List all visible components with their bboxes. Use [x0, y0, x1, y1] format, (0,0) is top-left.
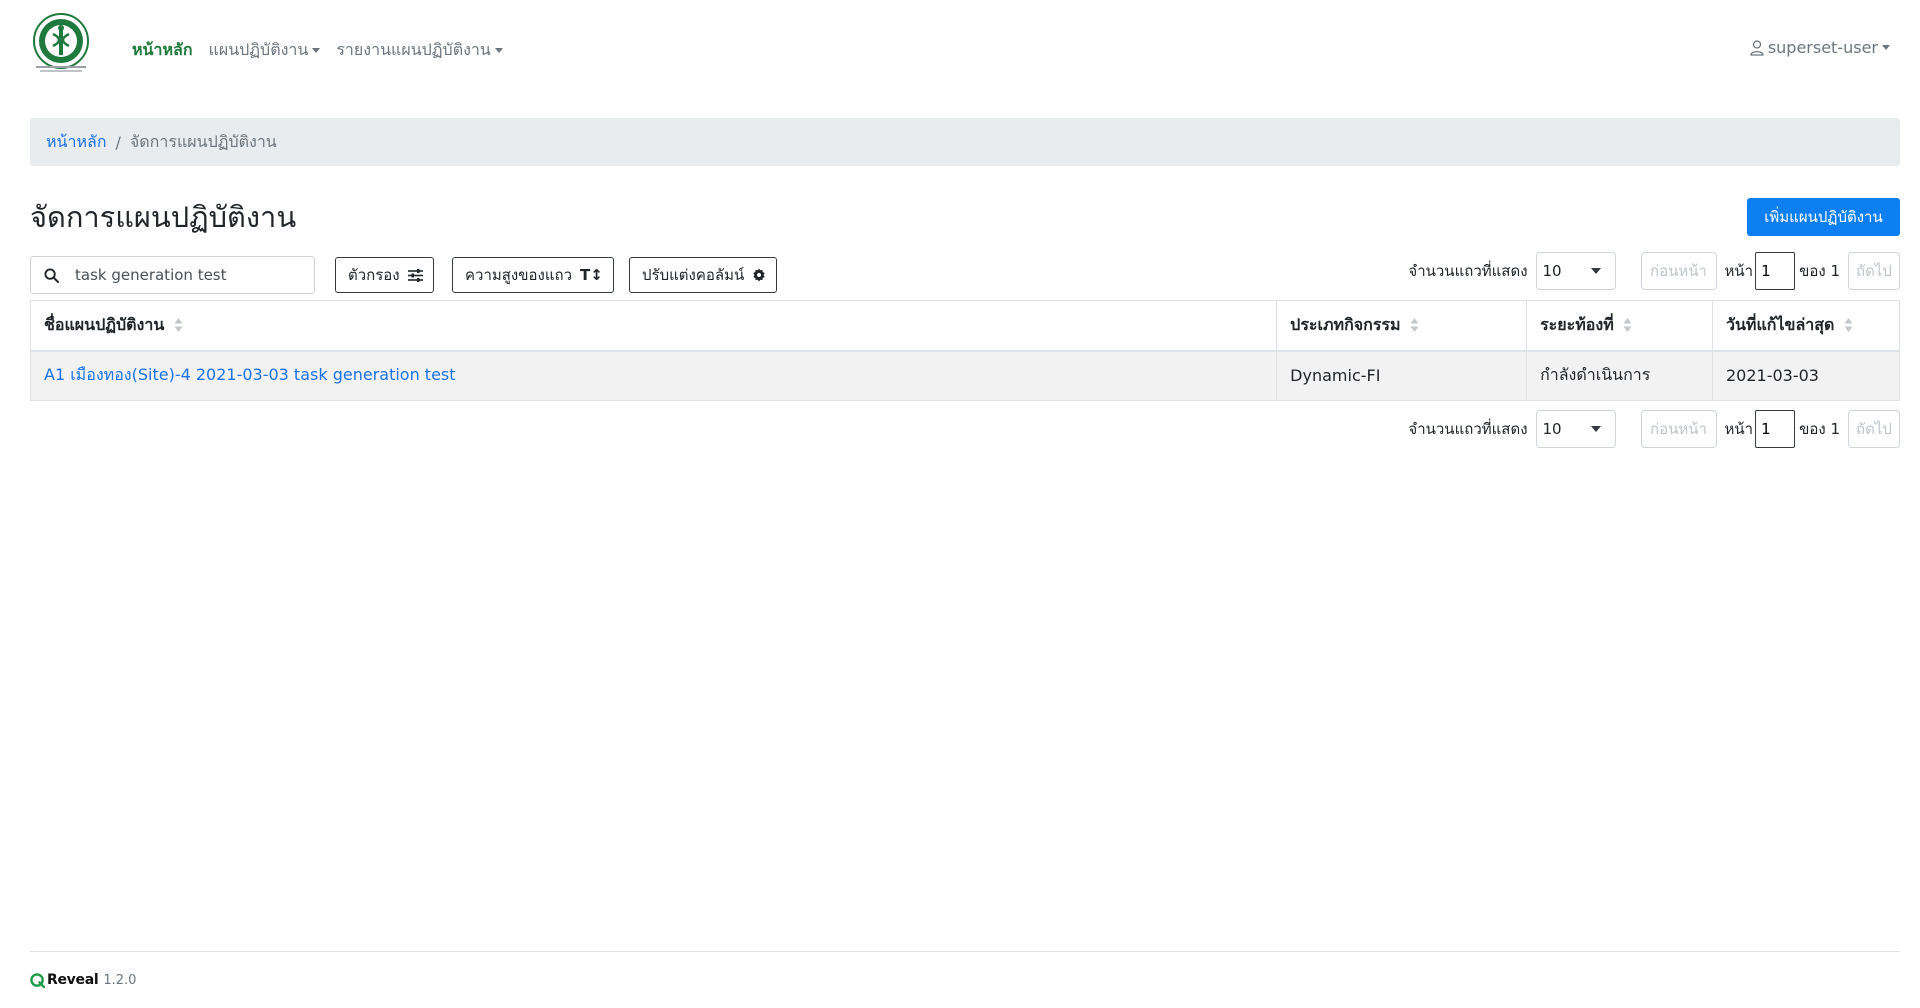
chevron-down-icon	[312, 48, 321, 53]
customize-columns-button[interactable]: ปรับแต่งคอลัมน์	[629, 257, 778, 293]
table-cell-plan-name: A1 เมืองทอง(Site)-4 2021-03-03 task gene…	[29, 350, 1278, 401]
text-height-icon: T↕	[580, 266, 603, 284]
page-title: จัดการแผนปฏิบัติงาน	[30, 200, 297, 234]
breadcrumb-current: จัดการแผนปฏิบัติงาน	[129, 131, 277, 151]
page-number-input[interactable]	[1755, 410, 1796, 448]
column-header-plan-name[interactable]: ชื่อแผนปฏิบัติงาน	[29, 300, 1278, 352]
breadcrumb-home-link[interactable]: หน้าหลัก	[46, 130, 107, 155]
sort-icon	[1844, 318, 1853, 333]
chevron-down-icon	[494, 48, 503, 53]
plans-table: ชื่อแผนปฏิบัติงาน ประเภทกิจกรรม ระยะท้อง…	[29, 300, 1900, 401]
table-row: A1 เมืองทอง(Site)-4 2021-03-03 task gene…	[29, 350, 1900, 401]
page-number-input[interactable]	[1755, 252, 1796, 290]
main-nav: หน้าหลัก แผนปฏิบัติงาน รายงานแผนปฏิบัติง…	[132, 38, 519, 63]
column-header-activity-type-label: ประเภทกิจกรรม	[1290, 314, 1401, 334]
user-name: superset-user	[1767, 38, 1878, 57]
rows-per-page-select[interactable]: 10	[1535, 410, 1616, 448]
search-input[interactable]	[73, 265, 283, 285]
rows-per-page-label: จำนวนแถวที่แสดง	[1408, 262, 1528, 280]
sort-icon	[1410, 318, 1419, 333]
nav-item-plans-label: แผนปฏิบัติงาน	[208, 40, 309, 59]
rows-per-page-select[interactable]: 10	[1535, 252, 1616, 290]
breadcrumb: หน้าหลัก / จัดการแผนปฏิบัติงาน	[30, 118, 1900, 166]
filter-button[interactable]: ตัวกรอง	[335, 257, 434, 293]
reveal-logo-icon	[30, 972, 45, 988]
footer-divider	[30, 951, 1900, 952]
nav-item-plans[interactable]: แผนปฏิบัติงาน	[209, 38, 321, 63]
rows-per-page-label: จำนวนแถวที่แสดง	[1408, 420, 1528, 438]
column-header-area-stage[interactable]: ระยะท้องที่	[1526, 300, 1713, 352]
column-header-plan-name-label: ชื่อแผนปฏิบัติงาน	[44, 314, 165, 334]
pager-bottom: จำนวนแถวที่แสดง 10 ก่อนหน้า หน้า ของ 1 ถ…	[1408, 410, 1900, 448]
chevron-down-icon	[1882, 45, 1890, 50]
add-plan-button[interactable]: เพิ่มแผนปฏิบัติงาน	[1747, 198, 1900, 236]
nav-item-home[interactable]: หน้าหลัก	[132, 38, 193, 63]
column-header-area-stage-label: ระยะท้องที่	[1540, 314, 1614, 334]
next-page-button[interactable]: ถัดไป	[1848, 410, 1900, 448]
sliders-icon	[407, 268, 423, 282]
row-height-button[interactable]: ความสูงของแถว T↕	[452, 257, 614, 293]
table-cell-area-stage: กำลังดำเนินการ	[1526, 350, 1713, 401]
column-header-activity-type[interactable]: ประเภทกิจกรรม	[1276, 300, 1528, 352]
previous-page-button[interactable]: ก่อนหน้า	[1640, 252, 1717, 290]
sort-icon	[174, 318, 183, 333]
rows-per-page-value: 10	[1542, 420, 1562, 438]
nav-item-home-label: หน้าหลัก	[132, 40, 193, 59]
table-header-row: ชื่อแผนปฏิบัติงาน ประเภทกิจกรรม ระยะท้อง…	[29, 300, 1900, 352]
logo-caption-graphic	[36, 66, 86, 72]
pager-top: จำนวนแถวที่แสดง 10 ก่อนหน้า หน้า ของ 1 ถ…	[1408, 252, 1900, 290]
user-menu[interactable]: superset-user	[1750, 38, 1890, 57]
footer: Reveal 1.2.0	[30, 972, 136, 988]
customize-columns-button-label: ปรับแต่งคอลัมน์	[642, 266, 745, 284]
search-field[interactable]	[30, 256, 315, 294]
page-label: หน้า	[1724, 262, 1754, 280]
column-header-last-modified-label: วันที่แก้ไขล่าสุด	[1726, 314, 1835, 334]
breadcrumb-separator: /	[115, 132, 121, 152]
page-label: หน้า	[1724, 420, 1754, 438]
nav-item-plan-reports[interactable]: รายงานแผนปฏิบัติงาน	[336, 38, 503, 63]
footer-version: 1.2.0	[103, 972, 137, 988]
nav-item-plan-reports-label: รายงานแผนปฏิบัติงาน	[336, 40, 491, 59]
plan-name-link[interactable]: A1 เมืองทอง(Site)-4 2021-03-03 task gene…	[44, 365, 456, 384]
page-total-label: ของ 1	[1799, 420, 1840, 438]
column-header-last-modified[interactable]: วันที่แก้ไขล่าสุด	[1712, 300, 1900, 352]
footer-brand: Reveal	[47, 972, 99, 988]
top-navbar: หน้าหลัก แผนปฏิบัติงาน รายงานแผนปฏิบัติง…	[0, 0, 1920, 100]
gear-icon	[752, 268, 766, 282]
sort-icon	[1623, 318, 1632, 333]
page-total-label: ของ 1	[1799, 262, 1840, 280]
filter-button-label: ตัวกรอง	[348, 266, 400, 284]
previous-page-button[interactable]: ก่อนหน้า	[1640, 410, 1717, 448]
chevron-down-icon	[1590, 426, 1601, 432]
search-icon	[44, 267, 59, 283]
rows-per-page-value: 10	[1542, 262, 1562, 280]
row-height-button-label: ความสูงของแถว	[465, 266, 573, 284]
chevron-down-icon	[1590, 268, 1601, 274]
table-cell-last-modified: 2021-03-03	[1712, 350, 1900, 401]
user-icon	[1750, 39, 1764, 56]
next-page-button[interactable]: ถัดไป	[1848, 252, 1900, 290]
table-cell-activity-type: Dynamic-FI	[1276, 350, 1528, 401]
